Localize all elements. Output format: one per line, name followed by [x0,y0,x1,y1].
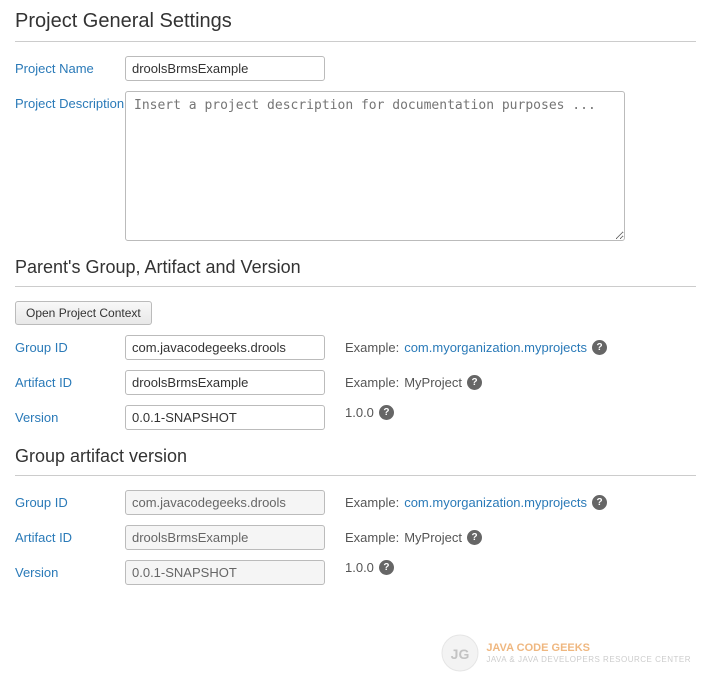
group-artifact-section: Group ID Example: com.myorganization.myp… [15,490,696,585]
parents-artifact-id-wrap [125,370,325,395]
parents-group-id-input[interactable] [125,335,325,360]
group-artifact-artifact-id-example: Example: MyProject ? [325,525,482,545]
parents-group-section: Open Project Context Group ID Example: c… [15,301,696,430]
group-artifact-artifact-id-example-value: MyProject [404,530,462,545]
parents-version-input[interactable] [125,405,325,430]
group-artifact-group-id-label: Group ID [15,490,125,512]
group-artifact-artifact-id-label: Artifact ID [15,525,125,547]
watermark-logo: JG [440,633,480,673]
project-description-label: Project Description [15,91,125,113]
parents-group-id-wrap [125,335,325,360]
page-title: Project General Settings [15,10,696,33]
parents-version-row: Version 1.0.0 ? [15,405,696,430]
svg-text:JG: JG [451,646,470,662]
group-artifact-group-id-example-prefix: Example: [345,495,399,510]
group-artifact-artifact-id-wrap [125,525,325,550]
parents-version-static: 1.0.0 [345,405,374,420]
parents-group-id-help-icon[interactable]: ? [592,340,607,355]
parents-artifact-id-row: Artifact ID Example: MyProject ? [15,370,696,395]
open-project-context-button[interactable]: Open Project Context [15,301,152,325]
parents-group-id-example-prefix: Example: [345,340,399,355]
group-artifact-version-wrap [125,560,325,585]
project-name-row: Project Name [15,56,696,81]
parents-artifact-id-input[interactable] [125,370,325,395]
project-name-label: Project Name [15,56,125,78]
parents-artifact-id-example: Example: MyProject ? [325,370,482,390]
parents-version-wrap [125,405,325,430]
parents-group-id-example: Example: com.myorganization.myprojects ? [325,335,607,355]
parents-artifact-id-example-prefix: Example: [345,375,399,390]
watermark-sub: Java & Java Developers Resource Center [486,655,691,664]
parents-artifact-id-example-value: MyProject [404,375,462,390]
project-name-wrap [125,56,325,81]
group-artifact-title: Group artifact version [15,446,696,467]
group-artifact-group-id-input[interactable] [125,490,325,515]
group-artifact-version-row: Version 1.0.0 ? [15,560,696,585]
group-artifact-version-label: Version [15,560,125,582]
group-artifact-artifact-id-example-prefix: Example: [345,530,399,545]
parents-group-id-example-link[interactable]: com.myorganization.myprojects [404,340,587,355]
parents-group-id-label: Group ID [15,335,125,357]
group-artifact-group-id-wrap [125,490,325,515]
group-artifact-version-help-icon[interactable]: ? [379,560,394,575]
parents-group-title: Parent's Group, Artifact and Version [15,257,696,278]
group-artifact-version-static-wrap: 1.0.0 ? [325,560,394,575]
group-artifact-artifact-id-input[interactable] [125,525,325,550]
project-description-wrap [125,91,625,241]
project-name-input[interactable] [125,56,325,81]
parents-version-static-wrap: 1.0.0 ? [325,405,394,420]
group-artifact-artifact-id-help-icon[interactable]: ? [467,530,482,545]
project-description-input[interactable] [125,91,625,241]
watermark-brand: Java Code Geeks [486,642,691,655]
group-artifact-version-static: 1.0.0 [345,560,374,575]
project-general-section: Project Name Project Description [15,56,696,241]
group-artifact-group-id-example-link[interactable]: com.myorganization.myprojects [404,495,587,510]
project-description-row: Project Description [15,91,696,241]
parents-group-id-row: Group ID Example: com.myorganization.myp… [15,335,696,360]
group-artifact-group-id-help-icon[interactable]: ? [592,495,607,510]
group-artifact-group-id-example: Example: com.myorganization.myprojects ? [325,490,607,510]
group-artifact-version-input[interactable] [125,560,325,585]
parents-artifact-id-label: Artifact ID [15,370,125,392]
parents-version-label: Version [15,405,125,427]
parents-version-help-icon[interactable]: ? [379,405,394,420]
parents-artifact-id-help-icon[interactable]: ? [467,375,482,390]
watermark: JG Java Code Geeks Java & Java Developer… [440,633,691,673]
group-artifact-group-id-row: Group ID Example: com.myorganization.myp… [15,490,696,515]
group-artifact-artifact-id-row: Artifact ID Example: MyProject ? [15,525,696,550]
